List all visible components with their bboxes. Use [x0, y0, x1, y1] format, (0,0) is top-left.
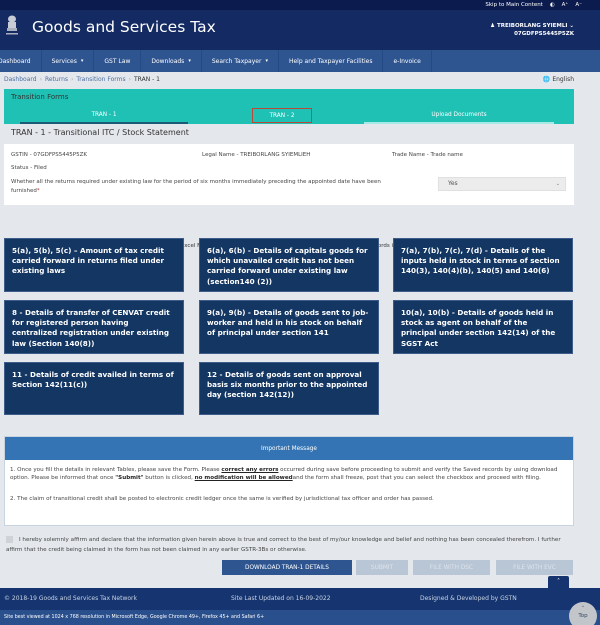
top-strip: Skip to Main Content ◐ A⁺ A⁻: [0, 0, 600, 10]
footer-best-viewed: Site best viewed at 1024 x 768 resolutio…: [0, 610, 600, 625]
main-nav: Dashboard Services ▾ GST Law Downloads ▾ S…: [0, 50, 600, 72]
chevron-up-icon[interactable]: ˄: [548, 576, 569, 588]
breadcrumb-current: TRAN - 1: [134, 76, 160, 83]
status-text: Status - Filed: [11, 165, 47, 171]
declaration-checkbox[interactable]: [6, 536, 13, 543]
message-body: 1. Once you fill the details in relevant…: [5, 460, 573, 510]
skip-to-main-link[interactable]: Skip to Main Content: [485, 2, 542, 8]
site-header: Goods and Services Tax ♟ TREIBORLANG SYI…: [0, 10, 600, 50]
emphasis: no modification will be allowed: [194, 475, 293, 482]
footer-designed: Designed & Developed by GSTN: [420, 595, 517, 602]
tile-table-5[interactable]: 5(a), 5(b), 5(c) – Amount of tax credit …: [4, 238, 184, 292]
select-value: Yes: [448, 180, 458, 187]
chevron-down-icon: ⌄: [555, 181, 560, 187]
message-point-1: 1. Once you fill the details in relevant…: [10, 466, 568, 482]
contrast-icon[interactable]: ◐: [550, 2, 555, 8]
tile-table-8[interactable]: 8 - Details of transfer of CENVAT credit…: [4, 300, 184, 354]
font-increase-button[interactable]: A⁺: [562, 2, 569, 8]
emphasis: "Submit": [115, 475, 144, 482]
panel-title: Transition Forms: [11, 93, 69, 101]
tile-table-7[interactable]: 7(a), 7(b), 7(c), 7(d) - Details of the …: [393, 238, 573, 292]
user-gstin: 07GDFPS5445P5ZK: [514, 31, 574, 37]
nav-help[interactable]: Help and Taxpayer Facilities: [279, 50, 384, 72]
nav-label: Help and Taxpayer Facilities: [288, 57, 373, 65]
user-icon: ♟: [490, 23, 496, 29]
chevron-up-icon: ˄: [581, 606, 585, 612]
footer-updated: Site Last Updated on 16-09-2022: [231, 595, 331, 602]
nav-search-taxpayer[interactable]: Search Taxpayer ▾: [202, 50, 279, 72]
tile-table-12[interactable]: 12 - Details of goods sent on approval b…: [199, 362, 379, 415]
tile-table-9[interactable]: 9(a), 9(b) - Details of goods sent to jo…: [199, 300, 379, 354]
nav-label: Dashboard: [0, 57, 31, 65]
nav-einvoice[interactable]: e-Invoice: [383, 50, 432, 72]
nav-label: Services: [51, 57, 77, 65]
message-heading: Important Message: [5, 437, 573, 460]
breadcrumb-transition-forms[interactable]: Transition Forms: [76, 76, 125, 83]
tab-upload-documents[interactable]: Upload Documents: [364, 108, 554, 124]
declaration-text: I hereby solemnly affirm and declare tha…: [6, 537, 561, 553]
file-with-evc-button[interactable]: FILE WITH EVC: [496, 560, 573, 575]
caret-down-icon: ▾: [80, 58, 84, 64]
footer: © 2018-19 Goods and Services Tax Network…: [0, 588, 600, 610]
breadcrumb-separator: ›: [128, 76, 131, 83]
nav-gst-law[interactable]: GST Law: [94, 50, 142, 72]
file-with-dsc-button[interactable]: FILE WITH DSC: [413, 560, 490, 575]
gstin-text: GSTIN - 07GDFPS5445P5ZK: [11, 152, 87, 158]
text: and the form shall freeze, post that you…: [292, 475, 541, 482]
tab-tran-1[interactable]: TRAN - 1: [20, 108, 188, 124]
page-title: TRAN - 1 - Transitional ITC / Stock Stat…: [11, 128, 189, 137]
trade-name-text: Trade Name - Trade name: [392, 152, 463, 158]
font-decrease-button[interactable]: A⁻: [575, 2, 582, 8]
emblem-icon: [6, 15, 18, 35]
declaration: I hereby solemnly affirm and declare tha…: [6, 535, 566, 555]
back-to-top-button[interactable]: ˄ Top: [569, 602, 597, 625]
breadcrumb-dashboard[interactable]: Dashboard: [4, 76, 37, 83]
message-point-2: 2. The claim of transitional credit shal…: [10, 496, 434, 503]
footer-copyright: © 2018-19 Goods and Services Tax Network: [4, 595, 137, 602]
nav-label: Search Taxpayer: [211, 57, 262, 65]
nav-services[interactable]: Services ▾: [42, 50, 95, 72]
user-menu[interactable]: ♟ TREIBORLANG SYIEMLI ⌄ 07GDFPS5445P5ZK: [490, 22, 574, 38]
breadcrumb-separator: ›: [39, 76, 42, 83]
tab-bar: TRAN - 1 TRAN - 2 Upload Documents: [4, 108, 574, 124]
returns-question: Whether all the returns required under e…: [11, 178, 401, 196]
nav-label: e-Invoice: [393, 57, 421, 65]
text: 1. Once you fill the details in relevant…: [10, 467, 222, 473]
breadcrumb-returns[interactable]: Returns: [45, 76, 68, 83]
returns-furnished-select[interactable]: Yes ⌄: [438, 177, 566, 191]
language-selector[interactable]: 🌐 English: [543, 76, 574, 83]
legal-name-text: Legal Name - TREIBORLANG SYIEMLIEH: [202, 152, 311, 158]
emphasis: correct any errors: [221, 467, 279, 473]
important-message: Important Message 1. Once you fill the d…: [4, 436, 574, 526]
download-tran1-button[interactable]: DOWNLOAD TRAN-1 DETAILS: [222, 560, 352, 575]
nav-label: Downloads: [151, 57, 185, 65]
required-mark: *: [36, 188, 40, 194]
breadcrumb: Dashboard › Returns › Transition Forms › TR…: [4, 76, 160, 83]
caret-down-icon: ▾: [265, 58, 268, 64]
taxpayer-info: GSTIN - 07GDFPS5445P5ZK Legal Name - TRE…: [4, 144, 574, 205]
transition-forms-panel: Transition Forms TRAN - 1 TRAN - 2 Uploa…: [4, 89, 574, 124]
tile-table-11[interactable]: 11 - Details of credit availed in terms …: [4, 362, 184, 415]
breadcrumb-separator: ›: [71, 76, 74, 83]
globe-icon: 🌐: [542, 76, 551, 83]
chevron-down-icon: ⌄: [569, 23, 574, 29]
text: button is clicked,: [143, 475, 195, 482]
nav-label: GST Law: [104, 57, 131, 65]
tile-table-10[interactable]: 10(a), 10(b) - Details of goods held in …: [393, 300, 573, 354]
nav-downloads[interactable]: Downloads ▾: [141, 50, 202, 72]
submit-button[interactable]: SUBMIT: [356, 560, 408, 575]
site-title: Goods and Services Tax: [32, 18, 216, 36]
question-label: Whether all the returns required under e…: [11, 179, 381, 194]
nav-dashboard[interactable]: Dashboard: [0, 50, 42, 72]
language-label: English: [552, 76, 574, 83]
tile-table-6[interactable]: 6(a), 6(b) - Details of capitals goods f…: [199, 238, 379, 292]
caret-down-icon: ▾: [188, 58, 191, 64]
user-name: TREIBORLANG SYIEMLI: [497, 23, 568, 29]
top-label: Top: [578, 613, 588, 619]
tab-tran-2[interactable]: TRAN - 2: [252, 108, 312, 123]
